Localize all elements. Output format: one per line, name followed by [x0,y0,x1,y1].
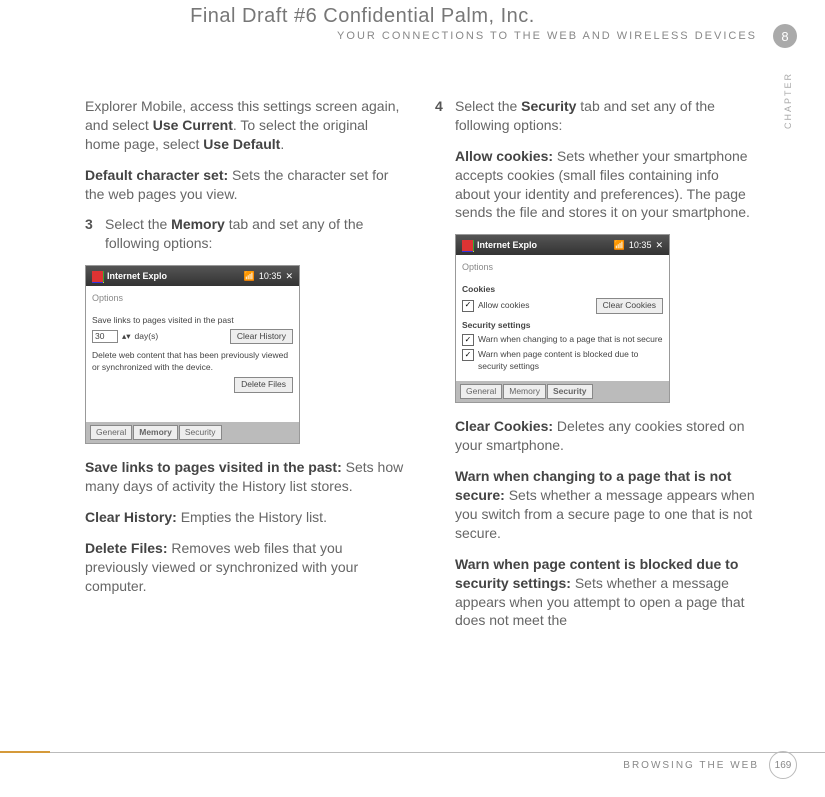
header-sub-text: YOUR CONNECTIONS TO THE WEB AND WIRELESS… [0,30,765,42]
para: Allow cookies: Sets whether your smartph… [455,147,755,223]
chapter-number-badge: 8 [773,24,797,48]
mock-titlebar: Internet Explo 📶 10:35 ✕ [86,266,299,286]
page-footer: BROWSING THE WEB 169 [623,751,797,779]
para: Save links to pages visited in the past:… [85,458,405,496]
para: Delete Files: Removes web files that you… [85,539,405,596]
close-icon: ✕ [285,270,293,282]
step-body: Select the Memory tab and set any of the… [105,215,405,253]
footer-accent [0,751,50,753]
para: Explorer Mobile, access this settings sc… [85,97,405,154]
clear-cookies-button: Clear Cookies [596,298,663,313]
windows-flag-icon [92,271,103,282]
chapter-label: CHAPTER [783,72,793,129]
mock-tabs: General Memory Security [456,381,669,402]
mock-tabs: General Memory Security [86,422,299,443]
step-number: 3 [85,215,105,253]
content-columns: Explorer Mobile, access this settings sc… [0,42,825,642]
right-column: 4 Select the Security tab and set any of… [435,97,755,642]
windows-flag-icon [462,240,473,251]
page-header: Final Draft #6 Confidential Palm, Inc. Y… [0,0,825,42]
left-column: Explorer Mobile, access this settings sc… [85,97,405,642]
para: Default character set: Sets the characte… [85,166,405,204]
page-number-badge: 169 [769,751,797,779]
step-body: Select the Security tab and set any of t… [455,97,755,135]
checkbox-icon [462,349,474,361]
checkbox-icon [462,300,474,312]
para: Warn when page content is blocked due to… [455,555,755,631]
step-number: 4 [435,97,455,135]
clear-history-button: Clear History [230,329,293,344]
para: Clear History: Empties the History list. [85,508,405,527]
step-3: 3 Select the Memory tab and set any of t… [85,215,405,253]
para: Clear Cookies: Deletes any cookies store… [455,417,755,455]
header-main-text: Final Draft #6 Confidential Palm, Inc. [0,5,765,28]
mock-titlebar: Internet Explo 📶 10:35 ✕ [456,235,669,255]
delete-files-button: Delete Files [234,377,293,392]
checkbox-icon [462,334,474,346]
close-icon: ✕ [655,239,663,251]
security-options-screenshot: Internet Explo 📶 10:35 ✕ Options Cookies… [455,234,755,403]
para: Warn when changing to a page that is not… [455,467,755,543]
memory-options-screenshot: Internet Explo 📶 10:35 ✕ Options Save li… [85,265,405,444]
signal-icon: 📶 [614,239,625,251]
footer-section-label: BROWSING THE WEB [623,760,759,771]
spinner-icon: ▴▾ [122,331,131,342]
signal-icon: 📶 [244,270,255,282]
step-4: 4 Select the Security tab and set any of… [435,97,755,135]
